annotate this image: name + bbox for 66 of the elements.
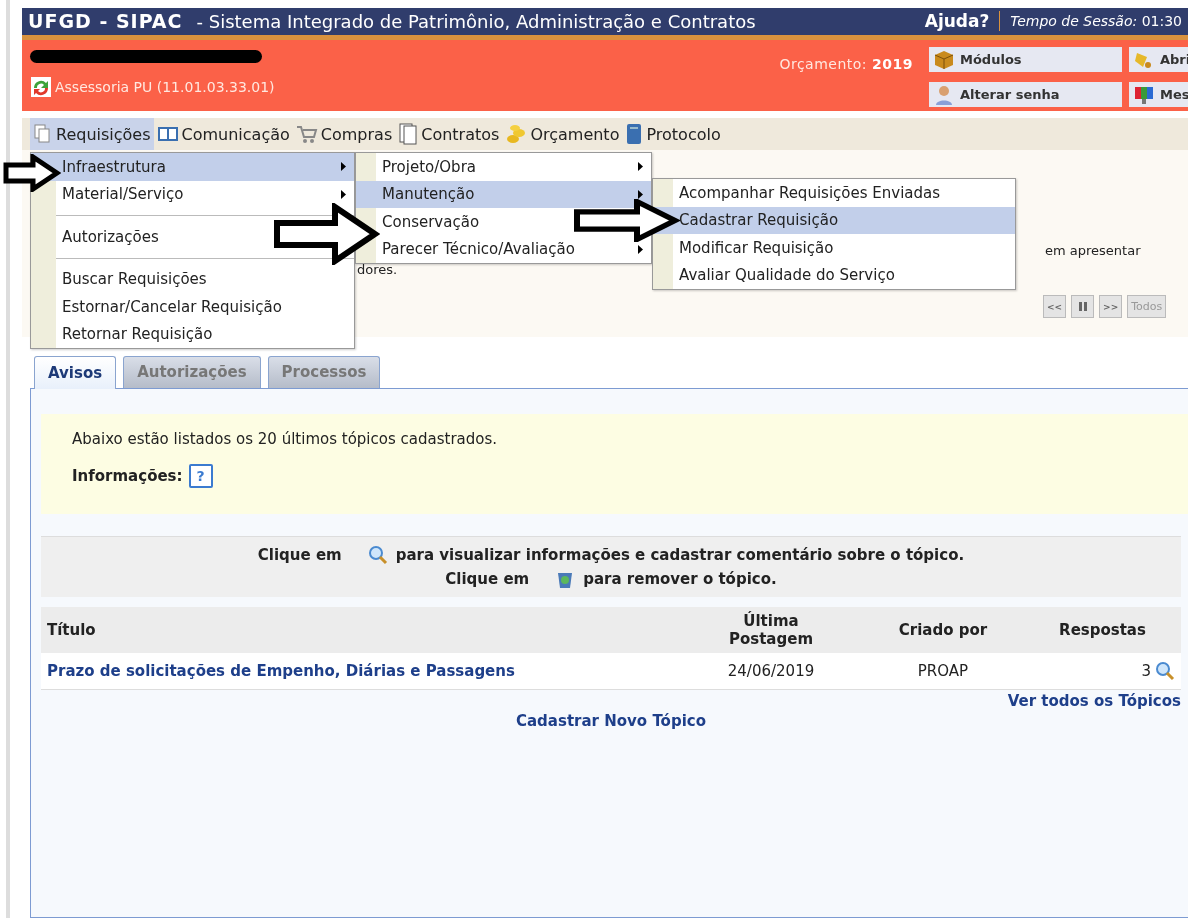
body-text: em apresentar bbox=[1045, 243, 1141, 259]
box-icon bbox=[933, 49, 955, 69]
menu-item[interactable]: Conservação bbox=[382, 212, 480, 231]
app-subtitle: - Sistema Integrado de Patrimônio, Administração e Contratos bbox=[196, 10, 756, 32]
budget-year: 2019 bbox=[872, 55, 913, 72]
menu-bar-item[interactable]: Requisições bbox=[30, 118, 154, 151]
next-page-button[interactable]: >> bbox=[1099, 295, 1123, 319]
instruction-text: para remover o tópico. bbox=[583, 569, 777, 588]
menu-item[interactable]: Manutenção bbox=[356, 180, 651, 208]
tab[interactable]: Avisos bbox=[34, 355, 117, 389]
person-icon bbox=[933, 84, 955, 105]
binder-icon bbox=[625, 123, 644, 146]
help-link[interactable]: Ajuda? bbox=[924, 11, 1001, 32]
notice-text: Abaixo estão listados os 20 últimos tópicos cadastrados. bbox=[72, 429, 499, 448]
body-text: dores. bbox=[357, 262, 398, 278]
menu-bar-item[interactable]: Compras bbox=[292, 118, 396, 151]
pause-button[interactable] bbox=[1071, 295, 1095, 319]
monitor-icon bbox=[1133, 84, 1155, 105]
table-cell: PROAP bbox=[917, 661, 969, 680]
documents-icon bbox=[398, 123, 419, 146]
table-cell: 3 bbox=[1141, 661, 1151, 680]
menu-item[interactable]: Buscar Requisições bbox=[62, 270, 207, 289]
instruction-text: Clique em bbox=[257, 545, 342, 564]
menu-item[interactable]: Autorizações bbox=[62, 227, 159, 246]
instruction-text: Clique em bbox=[445, 569, 530, 588]
menu-bar-item[interactable]: Contratos bbox=[395, 118, 503, 151]
menu-bar-item[interactable]: Orçamento bbox=[502, 118, 623, 151]
first-page-button[interactable]: << bbox=[1043, 295, 1067, 319]
column-header: Respostas bbox=[1059, 620, 1146, 639]
menu-item[interactable]: Parecer Técnico/Avaliação bbox=[382, 240, 575, 259]
new-topic-link[interactable]: Cadastrar Novo Tópico bbox=[516, 712, 706, 731]
shortcut-button[interactable]: Mes bbox=[1129, 82, 1188, 108]
menu-item[interactable]: Infraestrutura bbox=[31, 153, 354, 181]
menu-item[interactable]: Retornar Requisição bbox=[62, 325, 213, 344]
search-icon[interactable] bbox=[1155, 660, 1175, 681]
unit-name: Assessoria PU (11.01.03.33.01) bbox=[55, 78, 275, 95]
menu-item[interactable]: Modificar Requisição bbox=[679, 238, 834, 257]
all-topics-link[interactable]: Ver todos os Tópicos bbox=[1007, 692, 1181, 711]
instruction-text: para visualizar informações e cadastrar comentário sobre o tópico. bbox=[395, 545, 965, 564]
session-label: Tempo de Sessão: bbox=[1010, 13, 1138, 30]
shortcut-button[interactable]: Alterar senha bbox=[929, 82, 1122, 108]
help-icon[interactable]: ? bbox=[188, 463, 213, 488]
table-cell: 24/06/2019 bbox=[727, 661, 815, 680]
refresh-icon[interactable] bbox=[30, 75, 52, 98]
cart-icon bbox=[295, 124, 318, 145]
menu-item[interactable]: Cadastrar Requisição bbox=[653, 206, 1015, 234]
menu-item[interactable]: Avaliar Qualidade do Serviço bbox=[679, 266, 895, 285]
menu-bar-item[interactable]: Protocolo bbox=[622, 118, 724, 151]
topic-link[interactable]: Prazo de solicitações de Empenho, Diárias e Passagens bbox=[47, 661, 515, 680]
column-header: Última Postagem bbox=[728, 611, 814, 648]
menu-bar-item[interactable]: Comunicação bbox=[153, 118, 293, 151]
menu-item[interactable]: Acompanhar Requisições Enviadas bbox=[679, 183, 941, 202]
column-header: Criado por bbox=[898, 620, 988, 639]
coins-icon bbox=[505, 123, 528, 146]
menu-item[interactable]: Material/Serviço bbox=[62, 185, 184, 204]
budget-label: Orçamento: bbox=[779, 55, 868, 72]
column-header: Título bbox=[47, 620, 96, 639]
info-label: Informações: bbox=[72, 466, 183, 485]
shortcut-button[interactable]: Módulos bbox=[929, 46, 1122, 72]
search-icon bbox=[367, 544, 388, 565]
app-title: UFGD - SIPAC bbox=[28, 10, 183, 33]
menu-item[interactable]: Projeto/Obra bbox=[382, 157, 476, 176]
pages-icon bbox=[33, 124, 53, 145]
pause-icon bbox=[1078, 302, 1087, 312]
menu-item[interactable]: Estornar/Cancelar Requisição bbox=[62, 297, 282, 316]
session-time: 01:30 bbox=[1141, 13, 1182, 30]
